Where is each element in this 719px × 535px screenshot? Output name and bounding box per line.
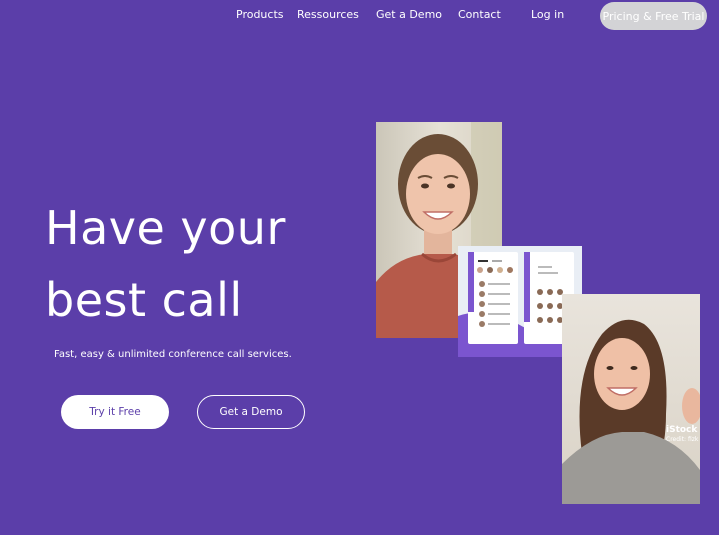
hero-subtitle: Fast, easy & unlimited conference call s…: [54, 349, 292, 360]
nav-products-link[interactable]: Products: [236, 8, 284, 21]
try-it-free-button[interactable]: Try it Free: [61, 395, 169, 429]
watermark-credit: Credit: fizk: [666, 436, 699, 443]
nav-login-link[interactable]: Log in: [531, 8, 564, 21]
pricing-free-trial-button[interactable]: Pricing & Free Trial: [600, 2, 707, 30]
istock-watermark: iStock Credit: fizk: [666, 425, 698, 445]
hero-title-line-2: best call: [45, 273, 243, 327]
get-a-demo-button[interactable]: Get a Demo: [197, 395, 305, 429]
watermark-brand: iStock: [666, 425, 698, 435]
hero-title: Have your best call: [45, 192, 286, 336]
top-nav: Products Ressources Get a Demo Contact L…: [0, 0, 719, 32]
nav-get-demo-link[interactable]: Get a Demo: [376, 8, 442, 21]
nav-contact-link[interactable]: Contact: [458, 8, 501, 21]
hero-photo-woman-waving: [562, 294, 700, 504]
hero-title-line-1: Have your: [45, 201, 286, 255]
nav-resources-link[interactable]: Ressources: [297, 8, 359, 21]
